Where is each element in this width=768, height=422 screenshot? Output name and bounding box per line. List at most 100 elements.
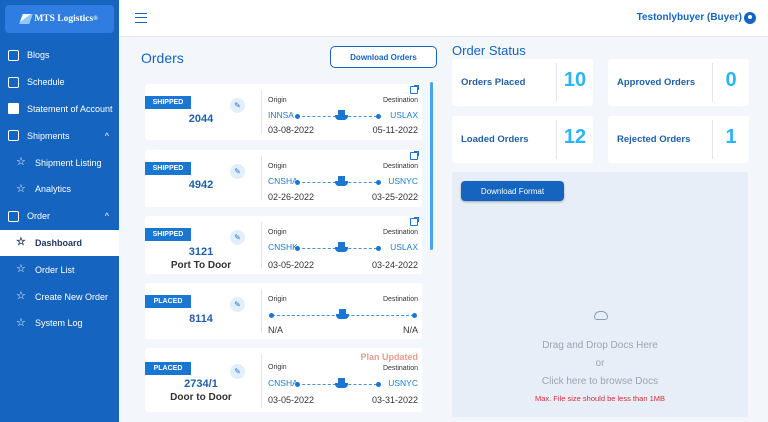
route-dot [412, 313, 417, 318]
card-divider [261, 354, 262, 408]
origin-date: N/A [268, 325, 284, 335]
route-dot [295, 246, 300, 251]
origin-label: Origin [268, 296, 287, 303]
route-dot [376, 180, 381, 185]
route-dot [269, 313, 274, 318]
sidebar-nav: Blogs Schedule Statement of Account Ship… [0, 42, 119, 337]
star-icon: ☆ [16, 263, 26, 276]
ship-icon [335, 242, 348, 252]
destination-label: Destination [382, 97, 418, 104]
route-dot [376, 246, 381, 251]
external-link-icon[interactable] [410, 217, 419, 226]
route-dot [295, 114, 300, 119]
star-icon: ☆ [16, 290, 26, 303]
order-card[interactable]: SHIPPED ✎ 4942 Origin Destination CNSHA … [145, 150, 422, 207]
status-badge: PLACED [145, 362, 191, 375]
download-format-button[interactable]: Download Format [461, 181, 564, 201]
stat-value: 12 [563, 126, 587, 148]
drag-drop-text: Drag and Drop Docs Here [542, 340, 658, 351]
origin-code: CNSHA [268, 176, 298, 186]
sidebar-item-create-new-order[interactable]: ☆ Create New Order [0, 283, 119, 310]
route-dot [295, 382, 300, 387]
edit-icon[interactable]: ✎ [230, 164, 245, 179]
sidebar-item-schedule[interactable]: Schedule [0, 69, 119, 96]
or-text: or [595, 358, 605, 369]
stat-label: Loaded Orders [461, 134, 529, 145]
user-name[interactable]: Testonlybuyer (Buyer) [637, 12, 742, 23]
stat-rejected-orders[interactable]: Rejected Orders 1 [608, 116, 749, 163]
order-card[interactable]: PLACED ✎ 2734/1 Door to Door Plan Update… [145, 348, 422, 412]
stat-approved-orders[interactable]: Approved Orders 0 [608, 59, 749, 106]
origin-date: 03-05-2022 [268, 395, 315, 405]
brand-name: MTS Logistics [34, 14, 94, 24]
order-service-type: Port To Door [170, 260, 232, 271]
route-dot [376, 114, 381, 119]
edit-icon[interactable]: ✎ [230, 297, 245, 312]
star-icon: ☆ [16, 316, 26, 329]
blog-icon [8, 49, 19, 61]
sidebar-item-blogs[interactable]: Blogs [0, 42, 119, 69]
order-card[interactable]: PLACED ✎ 8114 Origin Destination N/A N/A [145, 283, 422, 339]
shipments-icon [8, 130, 19, 142]
destination-code: USNYC [388, 176, 418, 186]
edit-icon[interactable]: ✎ [230, 230, 245, 245]
file-size-warning: Max. File size should be less than 1MB [534, 394, 666, 403]
origin-code: CNSHK [268, 242, 298, 252]
document-upload-dropzone[interactable]: Download Format Drag and Drop Docs Here … [452, 172, 748, 417]
destination-label: Destination [382, 365, 418, 372]
destination-label: Destination [382, 163, 418, 170]
brand-logo[interactable]: MTS Logistics ® [5, 5, 114, 33]
browse-docs-link[interactable]: Click here to browse Docs [452, 376, 748, 387]
ship-icon [336, 309, 349, 319]
stat-loaded-orders[interactable]: Loaded Orders 12 [452, 116, 593, 163]
sidebar-item-order-list[interactable]: ☆ Order List [0, 256, 119, 283]
download-orders-button[interactable]: Download Orders [330, 46, 437, 68]
origin-code: CNSHA [268, 378, 298, 388]
order-card[interactable]: SHIPPED ✎ 2044 Origin Destination INNSA … [145, 84, 422, 140]
mail-icon [8, 103, 19, 115]
order-number[interactable]: 3121 [145, 246, 257, 258]
ship-icon [335, 176, 348, 186]
status-badge: SHIPPED [145, 162, 191, 175]
origin-date: 03-08-2022 [268, 125, 315, 135]
edit-icon[interactable]: ✎ [230, 364, 245, 379]
menu-icon[interactable] [135, 13, 147, 23]
sidebar-item-shipment-listing[interactable]: ☆ Shipment Listing [0, 149, 119, 176]
origin-label: Origin [268, 229, 287, 236]
stat-value: 0 [725, 69, 737, 91]
destination-date: N/A [402, 325, 418, 335]
orders-scrollbar[interactable] [430, 82, 433, 250]
origin-label: Origin [268, 97, 287, 104]
order-number[interactable]: 4942 [145, 179, 257, 191]
order-icon [8, 210, 19, 222]
sidebar-item-analytics[interactable]: ☆ Analytics [0, 176, 119, 203]
stat-value: 10 [563, 69, 587, 91]
card-divider [261, 156, 262, 200]
sidebar-item-system-log[interactable]: ☆ System Log [0, 310, 119, 337]
card-divider [261, 90, 262, 134]
user-account-icon[interactable] [744, 12, 756, 24]
external-link-icon[interactable] [410, 85, 419, 94]
destination-date: 03-31-2022 [371, 395, 418, 405]
order-number[interactable]: 8114 [145, 313, 257, 325]
sidebar-item-statement[interactable]: Statement of Account [0, 96, 119, 123]
order-service-type: Door to Door [170, 392, 232, 403]
card-divider [261, 289, 262, 333]
orders-title: Orders [141, 50, 184, 66]
sidebar-item-order[interactable]: Order ^ [0, 203, 119, 230]
external-link-icon[interactable] [410, 151, 419, 160]
sidebar-item-dashboard[interactable]: ☆ Dashboard [0, 229, 119, 257]
star-icon: ☆ [16, 236, 26, 249]
stat-orders-placed[interactable]: Orders Placed 10 [452, 59, 593, 106]
order-card[interactable]: SHIPPED ✎ 3121 Port To Door Origin Desti… [145, 216, 422, 274]
destination-date: 03-24-2022 [371, 260, 418, 270]
logo-mark-icon [19, 14, 34, 24]
order-number[interactable]: 2734/1 [145, 378, 257, 390]
order-number[interactable]: 2044 [145, 113, 257, 125]
route-dot [295, 180, 300, 185]
ship-icon [335, 378, 348, 388]
schedule-icon [8, 76, 19, 88]
destination-code: USLAX [390, 242, 418, 252]
edit-icon[interactable]: ✎ [230, 98, 245, 113]
sidebar-item-shipments[interactable]: Shipments ^ [0, 122, 119, 149]
